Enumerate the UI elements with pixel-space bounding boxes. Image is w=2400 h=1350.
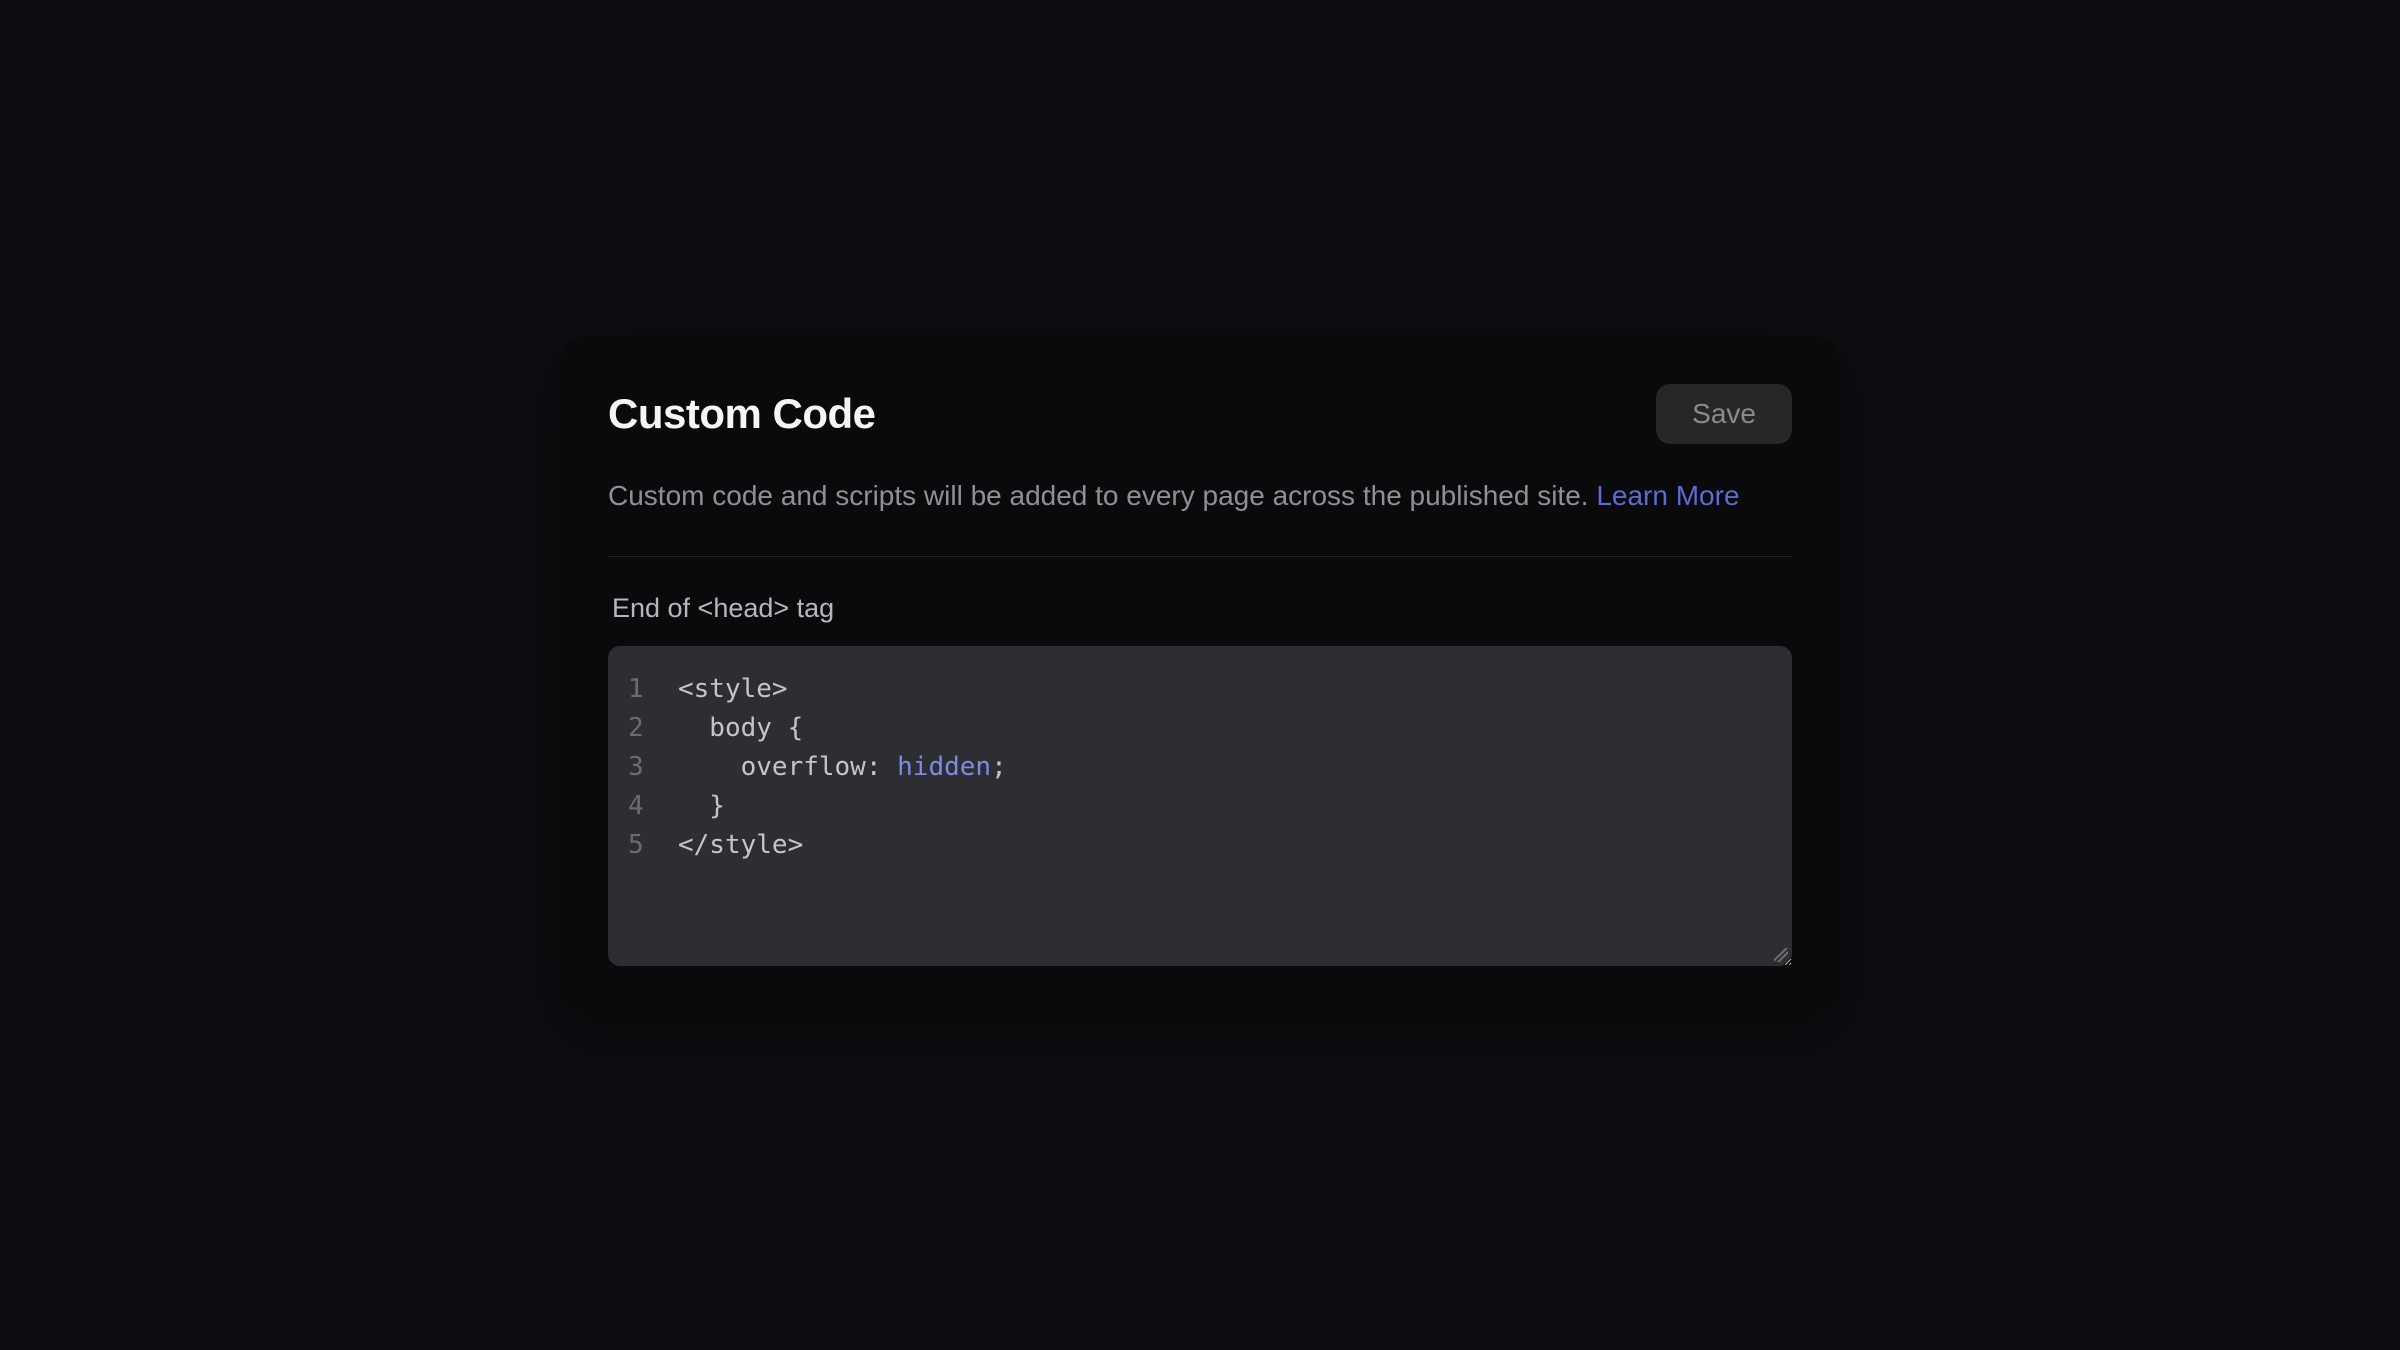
code-line: 1 <style> (628, 670, 1772, 709)
code-editor[interactable]: 1 <style> 2 body { 3 overflow: hidden; 4… (608, 646, 1792, 966)
code-line: 4 } (628, 787, 1772, 826)
card-description: Custom code and scripts will be added to… (608, 476, 1792, 515)
line-number: 2 (628, 709, 678, 748)
learn-more-link[interactable]: Learn More (1596, 480, 1739, 511)
code-line: 2 body { (628, 709, 1772, 748)
code-prefix: overflow: (678, 752, 897, 782)
code-content: </style> (678, 826, 803, 865)
line-number: 5 (628, 826, 678, 865)
code-keyword: hidden (897, 752, 991, 782)
divider (608, 556, 1792, 557)
save-button[interactable]: Save (1656, 384, 1792, 444)
line-number: 1 (628, 670, 678, 709)
description-text: Custom code and scripts will be added to… (608, 480, 1596, 511)
code-content: } (678, 787, 725, 826)
code-line: 3 overflow: hidden; (628, 748, 1772, 787)
code-content: <style> (678, 670, 788, 709)
line-number: 3 (628, 748, 678, 787)
code-content: overflow: hidden; (678, 748, 1007, 787)
card-title: Custom Code (608, 390, 876, 438)
custom-code-card: Custom Code Save Custom code and scripts… (560, 336, 1840, 1013)
section-label: End of <head> tag (612, 593, 1792, 624)
card-header: Custom Code Save (608, 384, 1792, 444)
code-suffix: ; (991, 752, 1007, 782)
line-number: 4 (628, 787, 678, 826)
code-line: 5 </style> (628, 826, 1772, 865)
code-content: body { (678, 709, 803, 748)
